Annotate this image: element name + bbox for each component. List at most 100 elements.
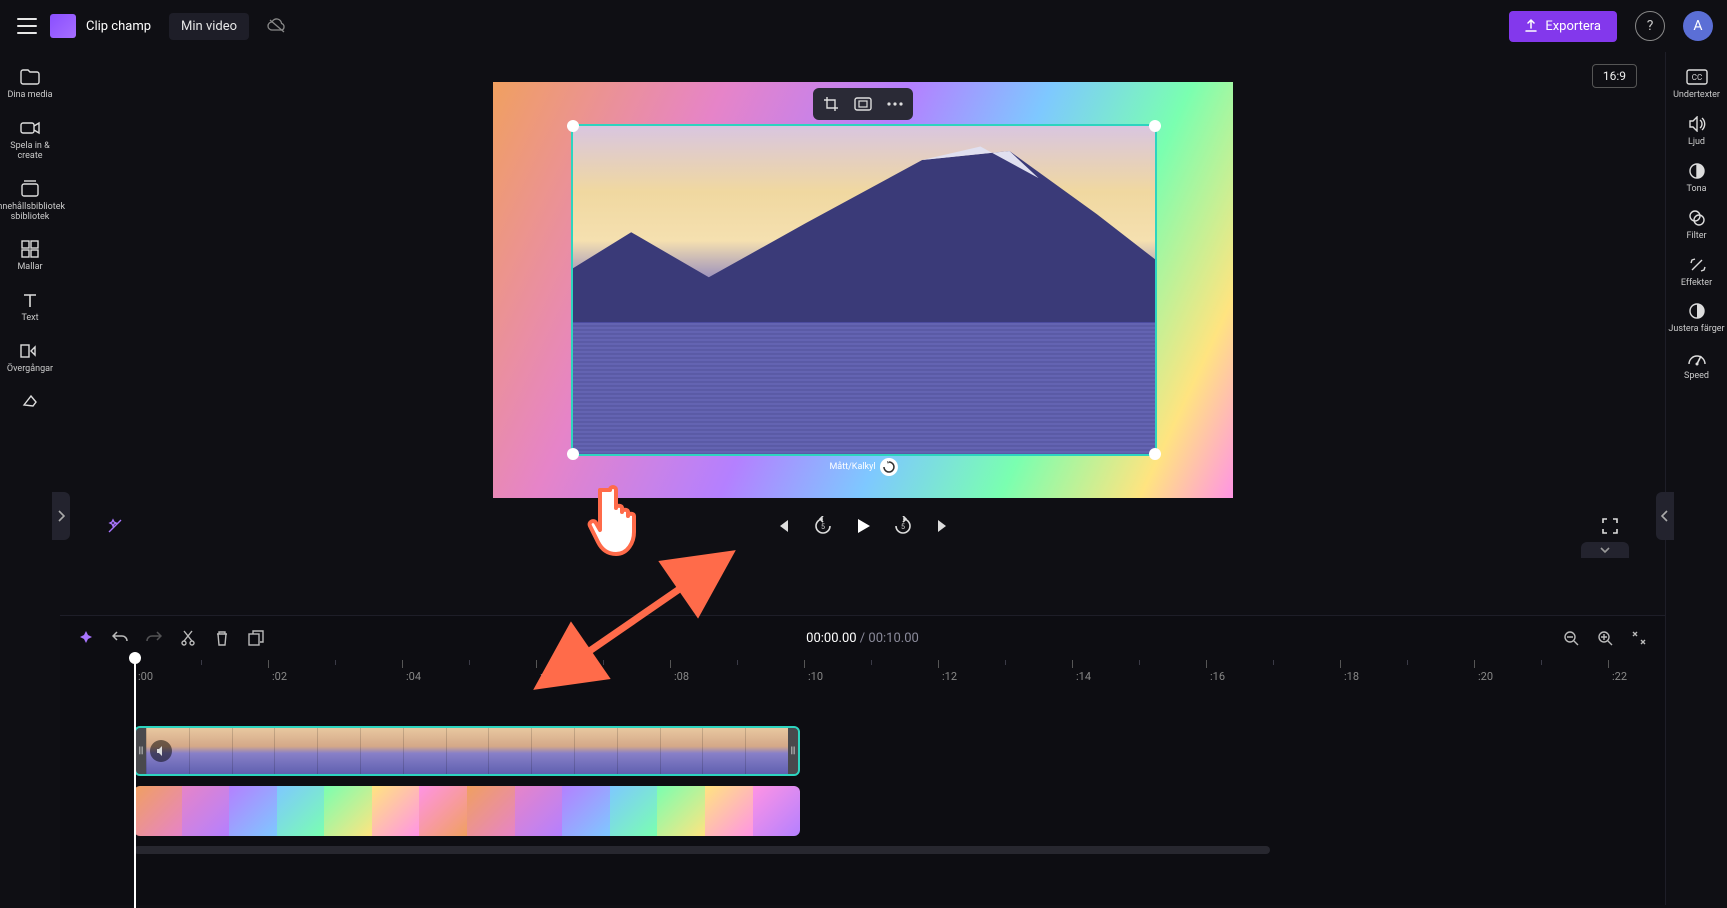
resize-handle-tl[interactable]	[567, 120, 579, 132]
effects-icon	[1686, 254, 1708, 276]
clip-trim-right[interactable]: ||	[788, 728, 798, 774]
collapse-timeline-button[interactable]	[1581, 542, 1629, 558]
sidebar-item-transitions[interactable]: Övergångar	[0, 334, 60, 381]
sidebar-item-media[interactable]: Dina media	[0, 60, 60, 107]
canvas-wrap: Mått/Kalkyl	[493, 82, 1233, 498]
play-button[interactable]	[852, 515, 874, 537]
ruler-minor-tick	[1005, 660, 1006, 665]
timeline: 00:00.00 / 00:10.00 :00:02:04:06:08:10:1…	[60, 615, 1665, 905]
clip-trim-left[interactable]: ||	[136, 728, 146, 774]
tutorial-hand-cursor-icon	[582, 482, 654, 566]
timeline-scrollbar[interactable]	[134, 846, 1591, 854]
resize-handle-tr[interactable]	[1149, 120, 1161, 132]
sidebar-item-effects[interactable]: Effekter	[1666, 248, 1727, 295]
fit-button[interactable]	[853, 94, 873, 114]
aspect-ratio-button[interactable]: 16:9	[1592, 64, 1637, 88]
current-time: 00:00.00	[806, 631, 856, 646]
crop-button[interactable]	[821, 94, 841, 114]
more-options-button[interactable]	[885, 94, 905, 114]
sidebar-item-adjust[interactable]: Justera färger	[1666, 294, 1727, 341]
ai-button[interactable]	[76, 628, 96, 648]
zoom-fit-button[interactable]	[1629, 628, 1649, 648]
playback-controls: 5 5	[60, 498, 1665, 554]
sidebar-item-label: Text	[21, 314, 38, 324]
expand-right-panel-button[interactable]	[1656, 492, 1674, 540]
delete-button[interactable]	[212, 628, 232, 648]
brand-icon	[19, 391, 41, 413]
zoom-in-button[interactable]	[1595, 628, 1615, 648]
undo-button[interactable]	[110, 628, 130, 648]
help-button[interactable]: ?	[1635, 11, 1665, 41]
sidebar-item-fade[interactable]: Tona	[1666, 154, 1727, 201]
ruler-tick: :22	[1608, 660, 1627, 683]
app-name: Clip champ	[86, 19, 151, 34]
sidebar-item-filter[interactable]: Filter	[1666, 201, 1727, 248]
redo-button[interactable]	[144, 628, 164, 648]
sidebar-item-brand[interactable]	[0, 385, 60, 419]
clip-audio-icon[interactable]	[150, 740, 172, 762]
rewind-button[interactable]: 5	[812, 515, 834, 537]
fullscreen-button[interactable]	[1599, 515, 1621, 537]
tutorial-arrow-icon	[532, 550, 752, 700]
user-avatar[interactable]: A	[1683, 11, 1713, 41]
forward-button[interactable]: 5	[892, 515, 914, 537]
project-name-input[interactable]: Min video	[169, 13, 249, 40]
video-track-clip[interactable]: || ||	[134, 726, 800, 776]
sidebar-item-label: Effekter	[1681, 279, 1712, 289]
timeline-zoom-controls	[1561, 628, 1649, 648]
resize-handle-bl[interactable]	[567, 448, 579, 460]
magic-tools-button[interactable]	[104, 515, 126, 537]
sidebar-item-label: Övergångar	[7, 365, 53, 375]
ruler-tick: :04	[402, 660, 421, 683]
sidebar-item-subtitles[interactable]: CC Undertexter	[1666, 60, 1727, 107]
ruler-tick: :02	[268, 660, 287, 683]
skip-end-button[interactable]	[932, 515, 954, 537]
sidebar-item-label: Undertexter	[1673, 91, 1720, 101]
menu-button[interactable]	[14, 13, 40, 39]
video-canvas[interactable]: Mått/Kalkyl	[493, 82, 1233, 498]
folder-icon	[19, 66, 41, 88]
timeline-tracks: || ||	[134, 726, 1653, 836]
ruler-tick: :18	[1340, 660, 1359, 683]
ruler-tick: :20	[1474, 660, 1493, 683]
svg-text:5: 5	[821, 523, 825, 531]
sidebar-item-label: Filter	[1686, 232, 1706, 242]
resize-handle-br[interactable]	[1149, 448, 1161, 460]
zoom-out-button[interactable]	[1561, 628, 1581, 648]
duplicate-button[interactable]	[246, 628, 266, 648]
sidebar-item-library[interactable]: Innehållsbibliotek sbibliotek	[0, 172, 60, 229]
chevron-left-icon	[1661, 510, 1669, 522]
playhead[interactable]	[134, 658, 136, 908]
selected-clip-frame[interactable]: Mått/Kalkyl	[571, 124, 1157, 456]
main-area: Dina media Spela in & create Innehållsbi…	[0, 52, 1727, 905]
sidebar-item-label: Spela in & create	[2, 142, 58, 162]
filter-icon	[1686, 207, 1708, 229]
ruler-tick: :16	[1206, 660, 1225, 683]
svg-text:CC: CC	[1691, 73, 1701, 82]
speed-icon	[1686, 347, 1708, 369]
chevron-down-icon	[1599, 546, 1611, 554]
split-button[interactable]	[178, 628, 198, 648]
sidebar-item-record[interactable]: Spela in & create	[0, 111, 60, 168]
sidebar-item-text[interactable]: Text	[0, 283, 60, 330]
sidebar-item-templates[interactable]: Mallar	[0, 232, 60, 279]
export-button[interactable]: Exportera	[1509, 11, 1617, 42]
sidebar-item-label: Tona	[1687, 185, 1707, 195]
background-track-clip[interactable]	[134, 786, 800, 836]
rotation-handle[interactable]: Mått/Kalkyl	[829, 458, 897, 476]
camera-icon	[19, 117, 41, 139]
sidebar-item-label: Speed	[1684, 372, 1709, 382]
sidebar-item-label: Ljud	[1688, 138, 1705, 148]
adjust-icon	[1686, 300, 1708, 322]
cc-icon: CC	[1686, 66, 1708, 88]
transition-icon	[19, 340, 41, 362]
sidebar-item-audio[interactable]: Ljud	[1666, 107, 1727, 154]
audio-icon	[1686, 113, 1708, 135]
sidebar-item-label: Mallar	[17, 263, 42, 273]
sidebar-item-speed[interactable]: Speed	[1666, 341, 1727, 388]
template-icon	[19, 238, 41, 260]
sync-off-icon[interactable]	[267, 18, 287, 34]
timeline-ruler[interactable]: :00:02:04:06:08:10:12:14:16:18:20:22	[134, 660, 1653, 686]
fade-icon	[1686, 160, 1708, 182]
skip-start-button[interactable]	[772, 515, 794, 537]
